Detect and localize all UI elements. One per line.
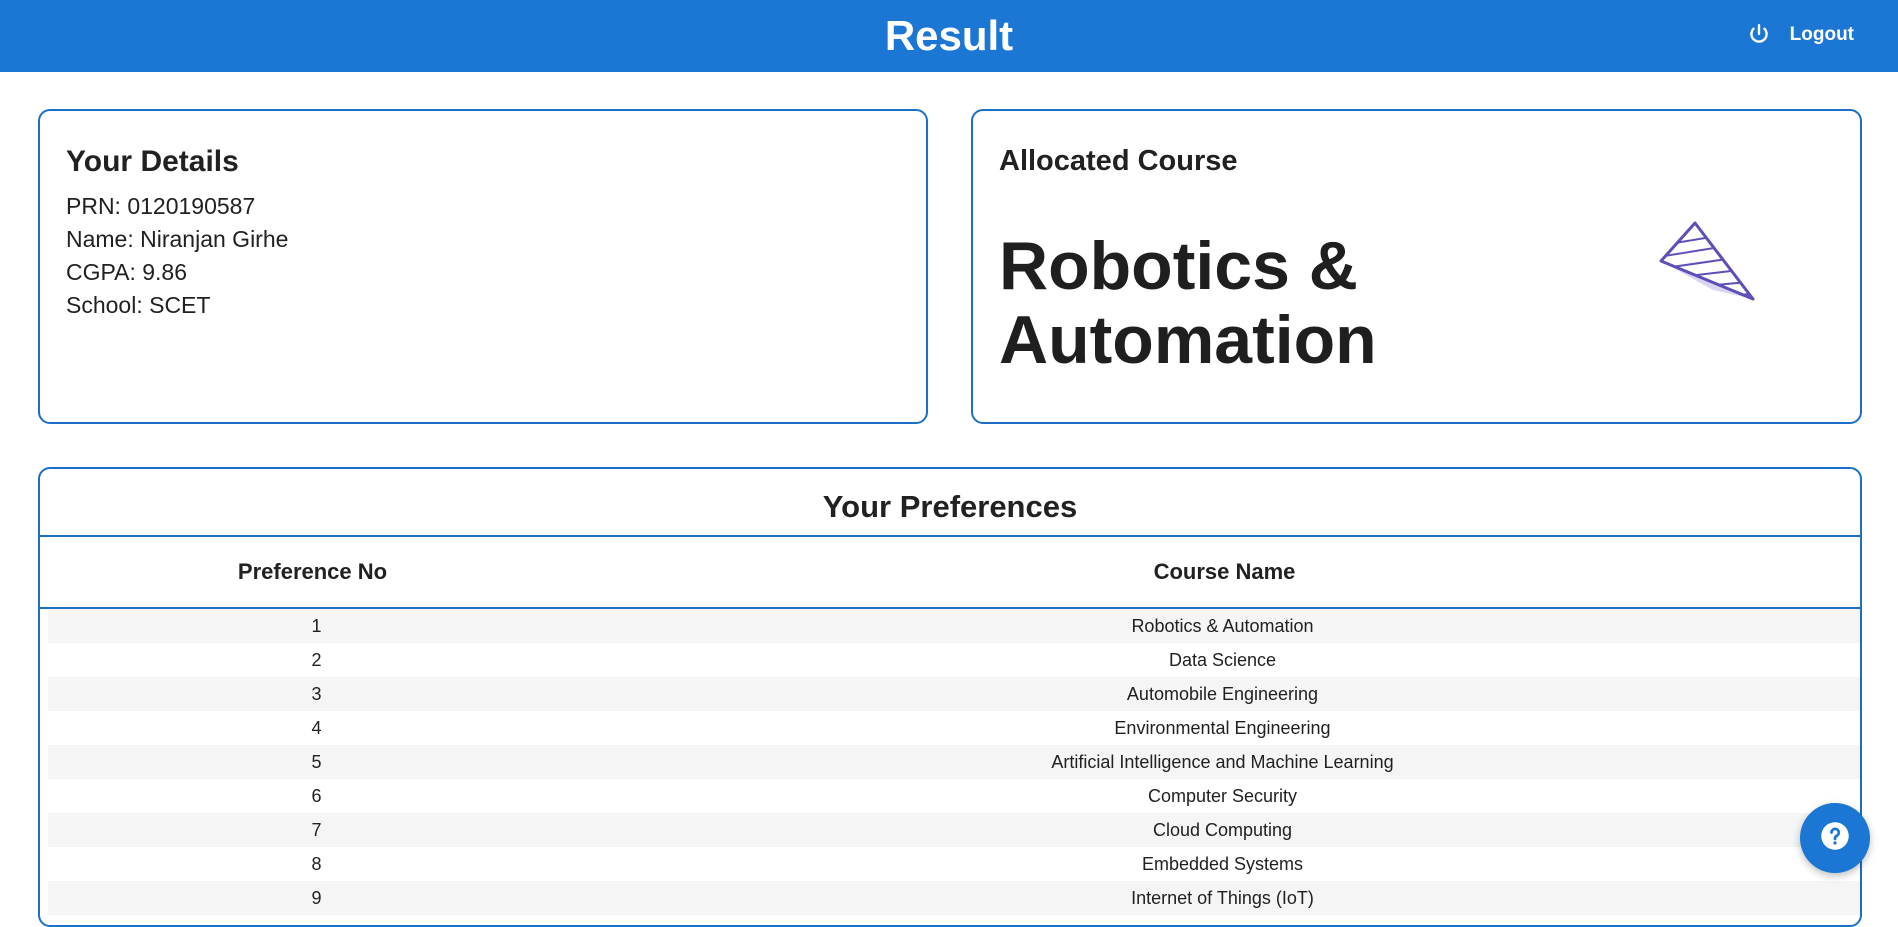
table-row: 9 Internet of Things (IoT)	[48, 881, 1860, 915]
allocated-course-name: Robotics & Automation	[999, 228, 1377, 378]
preference-no-cell: 8	[311, 853, 322, 874]
preference-no-cell: 1	[311, 615, 322, 636]
name-text: Name: Niranjan Girhe	[66, 226, 289, 252]
table-row: 6 Computer Security	[48, 779, 1860, 813]
column-header-preference-no: Preference No	[237, 559, 388, 584]
course-name-cell: Embedded Systems	[1141, 853, 1304, 874]
course-name-cell: Cloud Computing	[1152, 819, 1293, 840]
preference-no-cell: 9	[311, 887, 322, 908]
course-name-cell: Environmental Engineering	[1114, 717, 1331, 738]
robot-arm-illustration-icon	[1653, 215, 1763, 320]
course-name-cell: Internet of Things (IoT)	[1131, 887, 1314, 908]
course-name-cell: Data Science	[1168, 649, 1277, 670]
course-name-cell: Computer Security	[1147, 785, 1298, 806]
question-mark-icon	[1820, 821, 1850, 856]
table-row: 3 Automobile Engineering	[48, 677, 1860, 711]
table-row: 5 Artificial Intelligence and Machine Le…	[48, 745, 1860, 779]
preferences-table-body: 1 Robotics & Automation 2 Data Science 3…	[48, 609, 1860, 915]
details-heading: Your Details	[66, 145, 239, 178]
column-header-course-name: Course Name	[1153, 559, 1296, 584]
divider	[40, 535, 1860, 537]
preference-no-cell: 3	[311, 683, 322, 704]
table-row: 7 Cloud Computing	[48, 813, 1860, 847]
preferences-card: Your Preferences Preference No Course Na…	[38, 467, 1862, 927]
preference-no-cell: 4	[311, 717, 322, 738]
prn-text: PRN: 0120190587	[66, 193, 256, 219]
table-row: 2 Data Science	[48, 643, 1860, 677]
cgpa-text: CGPA: 9.86	[66, 259, 188, 285]
course-name-cell: Robotics & Automation	[1131, 615, 1314, 636]
preference-no-cell: 6	[311, 785, 322, 806]
table-row: 4 Environmental Engineering	[48, 711, 1860, 745]
top-app-bar: Result Logout	[0, 0, 1898, 72]
preference-no-cell: 7	[311, 819, 322, 840]
course-name-cell: Artificial Intelligence and Machine Lear…	[1051, 751, 1394, 772]
table-row: 8 Embedded Systems	[48, 847, 1860, 881]
page-title: Result	[884, 12, 1014, 59]
allocated-course-card: Allocated Course Robotics & Automation	[971, 109, 1862, 424]
logout-label: Logout	[1789, 24, 1854, 45]
table-row: 1 Robotics & Automation	[48, 609, 1860, 643]
course-name-cell: Automobile Engineering	[1126, 683, 1319, 704]
preferences-heading: Your Preferences	[822, 489, 1078, 524]
help-button[interactable]	[1800, 803, 1870, 873]
your-details-card: Your Details PRN: 0120190587 Name: Niran…	[38, 109, 928, 424]
logout-button[interactable]: Logout	[1746, 20, 1854, 50]
preference-no-cell: 5	[311, 751, 322, 772]
school-text: School: SCET	[66, 292, 211, 318]
power-icon	[1746, 22, 1772, 48]
allocated-heading: Allocated Course	[999, 145, 1238, 177]
preference-no-cell: 2	[311, 649, 322, 670]
